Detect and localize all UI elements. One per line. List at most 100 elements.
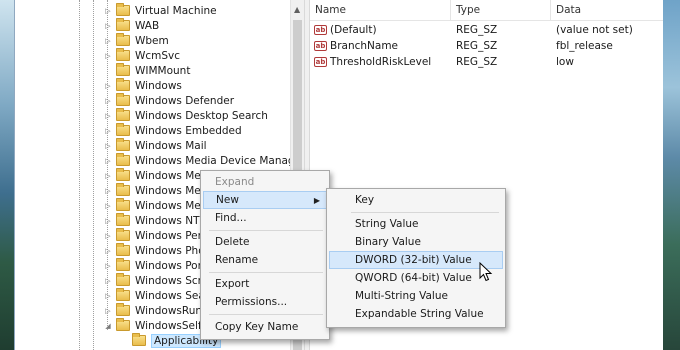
tree-item-windows-port[interactable]: ▷ Windows Port (103, 258, 206, 273)
expand-arrow-icon[interactable]: ▷ (103, 292, 113, 300)
folder-icon (116, 93, 130, 106)
menu-item-delete[interactable]: Delete (203, 233, 327, 251)
mouse-pointer-icon (479, 262, 493, 282)
tree-item-wimmount[interactable]: WIMMount (103, 63, 190, 78)
folder-icon (116, 303, 130, 316)
tree-item-label: Windows Med (135, 184, 208, 197)
menu-item-copy-key-name[interactable]: Copy Key Name (203, 318, 327, 336)
expand-arrow-icon[interactable]: ▷ (103, 202, 113, 210)
folder-icon (116, 108, 130, 121)
expand-arrow-icon[interactable]: ▷ (103, 307, 113, 315)
expand-arrow-icon[interactable]: ▷ (103, 187, 113, 195)
tree-item-windowsselfh[interactable]: ◢ WindowsSelfH (103, 318, 210, 333)
menu-item-expand[interactable]: Expand (203, 173, 327, 191)
menu-item-dword-value[interactable]: DWORD (32-bit) Value (329, 251, 503, 269)
tree-item-windows-sear[interactable]: ▷ Windows Sear (103, 288, 209, 303)
tree-item-windows-pho[interactable]: ▷ Windows Pho (103, 243, 205, 258)
tree-item-windows-defender[interactable]: ▷ Windows Defender (103, 93, 234, 108)
tree-item-windows[interactable]: ▷ Windows (103, 78, 182, 93)
tree-item-label: Windows (135, 79, 182, 92)
tree-item-label: Windows Med (135, 169, 208, 182)
menu-item-new[interactable]: New ▶ (203, 191, 327, 209)
string-value-icon: ab (314, 57, 327, 67)
column-header-data[interactable]: Data (551, 0, 663, 21)
folder-icon (116, 48, 130, 61)
tree-item-wab[interactable]: ▷ WAB (103, 18, 159, 33)
expand-arrow-icon[interactable]: ▷ (103, 82, 113, 90)
menu-item-permissions[interactable]: Permissions... (203, 293, 327, 311)
tree-item-label: Windows Sear (135, 289, 210, 302)
tree-item-windows-perf[interactable]: ▷ Windows Perf (103, 228, 206, 243)
menu-item-export[interactable]: Export (203, 275, 327, 293)
expand-arrow-icon[interactable]: ▷ (103, 232, 113, 240)
tree-item-windowsrunt[interactable]: ▷ WindowsRunt (103, 303, 206, 318)
menu-item-rename[interactable]: Rename (203, 251, 327, 269)
expand-arrow-icon[interactable]: ▷ (103, 22, 113, 30)
folder-icon (116, 33, 130, 46)
expand-arrow-icon[interactable]: ▷ (103, 7, 113, 15)
expand-arrow-icon[interactable]: ▷ (103, 247, 113, 255)
tree-item-label: WindowsSelfH (135, 319, 210, 332)
menu-item-string-value[interactable]: String Value (329, 215, 503, 233)
tree-item-label: Windows Embedded (135, 124, 242, 137)
value-row-branchname[interactable]: ab BranchName REG_SZ fbl_release (314, 38, 659, 54)
value-row-default[interactable]: ab (Default) REG_SZ (value not set) (314, 22, 659, 38)
menu-separator (209, 230, 323, 231)
expand-arrow-icon[interactable]: ▷ (103, 277, 113, 285)
tree-item-label: WAB (135, 19, 160, 32)
tree-item-wbem[interactable]: ▷ Wbem (103, 33, 169, 48)
collapse-arrow-icon[interactable]: ◢ (103, 322, 113, 330)
tree-item-windows-nt[interactable]: ▷ Windows NT (103, 213, 199, 228)
menu-item-expandable-string-value[interactable]: Expandable String Value (329, 305, 503, 323)
menu-item-find[interactable]: Find... (203, 209, 327, 227)
menu-item-key[interactable]: Key (329, 191, 503, 209)
folder-icon (116, 168, 130, 181)
expand-arrow-icon[interactable]: ▷ (103, 112, 113, 120)
folder-icon (116, 63, 130, 76)
expand-arrow-icon[interactable]: ▷ (103, 127, 113, 135)
tree-item-label: Virtual Machine (135, 4, 217, 17)
tree-item-windows-mail[interactable]: ▷ Windows Mail (103, 138, 207, 153)
folder-icon (116, 273, 130, 286)
expand-arrow-icon[interactable]: ▷ (103, 262, 113, 270)
tree-item-virtual-machine[interactable]: ▷ Virtual Machine (103, 3, 217, 18)
submenu-arrow-icon: ▶ (313, 195, 320, 205)
expand-arrow-icon[interactable]: ▷ (103, 142, 113, 150)
folder-icon (116, 288, 130, 301)
desktop-background-right (662, 0, 680, 350)
expand-arrow-icon[interactable]: ▷ (103, 37, 113, 45)
column-header-type[interactable]: Type (451, 0, 551, 21)
tree-item-label: Windows Mes (135, 199, 207, 212)
tree-item-windows-med-2[interactable]: ▷ Windows Med (103, 183, 207, 198)
tree-item-windows-desktop-search[interactable]: ▷ Windows Desktop Search (103, 108, 268, 123)
expand-arrow-icon[interactable]: ▷ (103, 52, 113, 60)
menu-item-binary-value[interactable]: Binary Value (329, 233, 503, 251)
value-row-thresholdrisklevel[interactable]: ab ThresholdRiskLevel REG_SZ low (314, 54, 659, 70)
scroll-up-arrow-icon[interactable]: ▲ (294, 5, 300, 14)
column-header-name[interactable]: Name (310, 0, 451, 21)
menu-item-multi-string-value[interactable]: Multi-String Value (329, 287, 503, 305)
folder-icon (116, 78, 130, 91)
tree-item-windows-mes[interactable]: ▷ Windows Mes (103, 198, 206, 213)
menu-separator (351, 212, 499, 213)
tree-item-windows-scrip[interactable]: ▷ Windows Scrip (103, 273, 212, 288)
tree-guide-line (79, 0, 80, 350)
value-data: low (556, 56, 574, 68)
tree-item-wcmsvc[interactable]: ▷ WcmSvc (103, 48, 180, 63)
folder-icon (116, 243, 130, 256)
tree-item-label: Wbem (135, 34, 169, 47)
value-name: ThresholdRiskLevel (330, 56, 432, 68)
menu-item-qword-value[interactable]: QWORD (64-bit) Value (329, 269, 503, 287)
expand-arrow-icon[interactable]: ▷ (103, 97, 113, 105)
tree-item-windows-embedded[interactable]: ▷ Windows Embedded (103, 123, 242, 138)
folder-icon (116, 198, 130, 211)
tree-item-windows-med-1[interactable]: ▷ Windows Med (103, 168, 207, 183)
string-value-icon: ab (314, 41, 327, 51)
menu-separator (209, 272, 323, 273)
tree-item-windows-media-device-manager[interactable]: ▷ Windows Media Device Manager (103, 153, 304, 168)
folder-icon (116, 228, 130, 241)
expand-arrow-icon[interactable]: ▷ (103, 172, 113, 180)
context-menu: Expand New ▶ Find... Delete Rename Expor… (200, 170, 330, 340)
expand-arrow-icon[interactable]: ▷ (103, 217, 113, 225)
expand-arrow-icon[interactable]: ▷ (103, 157, 113, 165)
